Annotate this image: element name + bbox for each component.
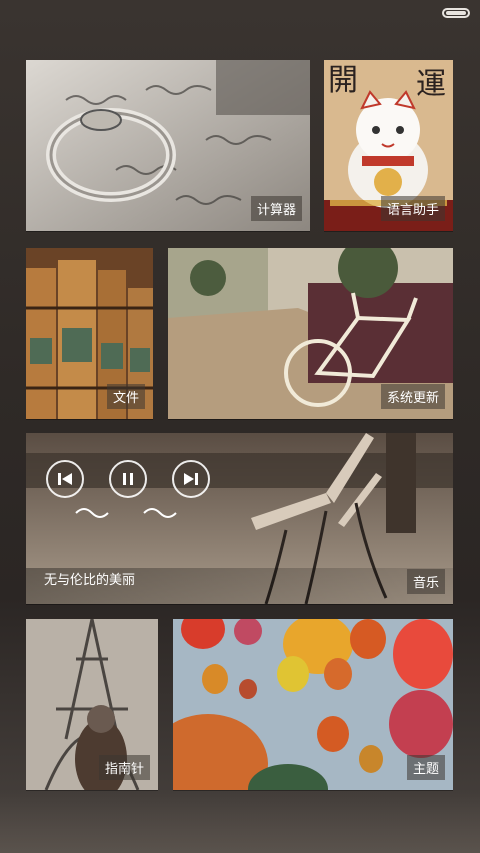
song-title: 无与伦比的美丽 (44, 573, 136, 588)
voice-assistant-label: 语言助手 (380, 196, 445, 221)
compass-label: 指南针 (98, 755, 150, 780)
music-tile[interactable]: 无与伦比的美丽 音乐 (26, 433, 453, 604)
files-label: 文件 (106, 384, 145, 409)
ornament-right-icon (143, 508, 177, 518)
previous-button[interactable] (46, 460, 84, 498)
music-label: 音乐 (406, 569, 445, 594)
svg-text:運: 運 (416, 67, 446, 102)
svg-text:開: 開 (328, 63, 358, 98)
battery-icon (442, 8, 470, 18)
compass-tile[interactable]: 指南针 (26, 619, 158, 790)
system-update-tile[interactable]: 系统更新 (168, 248, 453, 419)
files-tile[interactable]: 文件 (26, 248, 153, 419)
next-button[interactable] (172, 460, 210, 498)
system-update-label: 系统更新 (380, 384, 445, 409)
pause-button[interactable] (109, 460, 147, 498)
voice-assistant-tile[interactable]: 開 運 语言助手 (324, 60, 453, 231)
previous-icon (58, 473, 72, 485)
theme-tile[interactable]: 主题 (173, 619, 453, 790)
next-icon (184, 473, 198, 485)
pause-icon (123, 473, 133, 485)
bottom-fade (0, 793, 480, 853)
ornament-left-icon (75, 508, 109, 518)
calculator-label: 计算器 (250, 196, 302, 221)
calculator-tile[interactable]: 计算器 (26, 60, 310, 231)
theme-label: 主题 (406, 755, 445, 780)
